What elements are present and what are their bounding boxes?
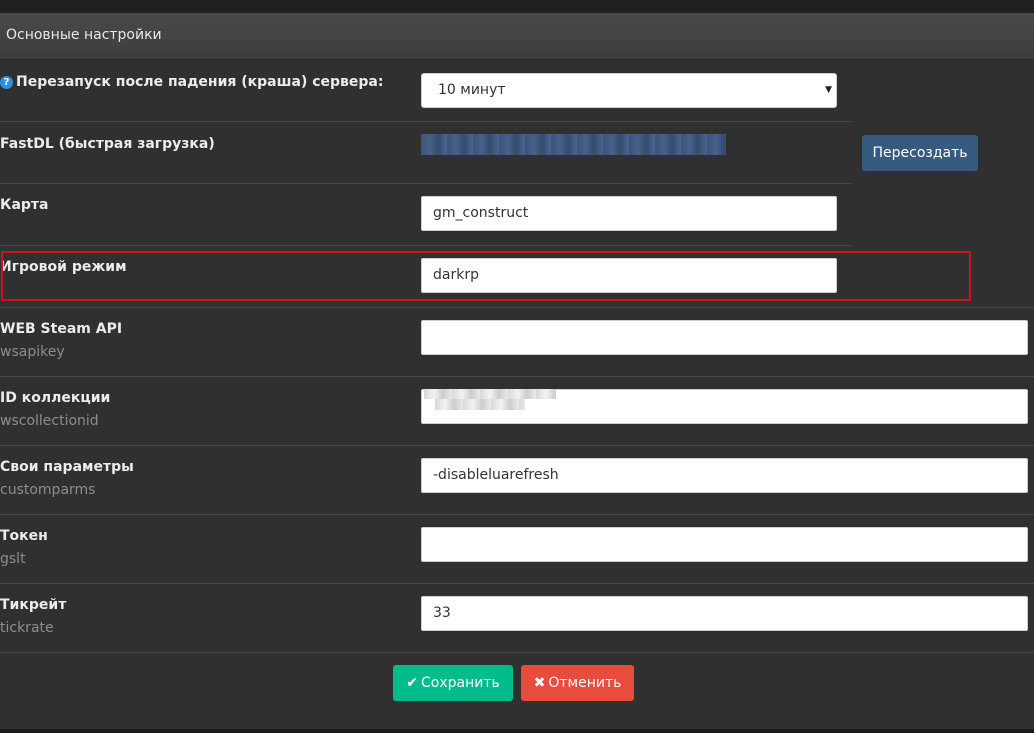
wscollectionid-label: ID коллекции	[0, 390, 111, 406]
customparms-label: Свои параметры	[0, 459, 134, 475]
row-divider	[0, 376, 1034, 377]
chevron-down-icon: ▼	[825, 85, 832, 95]
tickrate-sublabel: tickrate	[0, 620, 54, 636]
gslt-input[interactable]	[421, 527, 1028, 562]
question-circle-icon[interactable]: ?	[0, 76, 13, 89]
top-bar	[0, 0, 1034, 13]
fastdl-url-redacted	[421, 134, 726, 155]
row-divider	[0, 445, 1034, 446]
bottom-strip	[0, 729, 1034, 733]
customparms-input[interactable]: -disableluarefresh	[421, 458, 1028, 493]
gslt-sublabel: gslt	[0, 551, 26, 567]
restart-label-text: Перезапуск после падения (краша) сервера…	[16, 74, 384, 90]
row-divider	[0, 652, 1034, 653]
row-divider	[0, 121, 851, 122]
panel-header: Основные настройки	[0, 13, 1034, 60]
save-button[interactable]: ✔ Сохранить	[393, 665, 513, 701]
wscollectionid-redacted	[424, 389, 556, 399]
save-button-label: Сохранить	[420, 675, 500, 691]
tickrate-label: Тикрейт	[0, 597, 67, 613]
row-divider	[0, 245, 851, 246]
row-divider	[0, 307, 1034, 308]
row-divider	[0, 514, 1034, 515]
wsapikey-sublabel: wsapikey	[0, 344, 65, 360]
wscollectionid-sublabel: wscollectionid	[0, 413, 99, 429]
map-label: Карта	[0, 197, 49, 213]
wscollectionid-redacted	[435, 399, 525, 410]
row-divider	[0, 183, 851, 184]
cancel-button[interactable]: ✖ Отменить	[521, 665, 634, 701]
panel-title: Основные настройки	[6, 27, 162, 43]
recreate-button[interactable]: Пересоздать	[862, 135, 978, 171]
wsapikey-label: WEB Steam API	[0, 321, 123, 337]
wsapikey-input[interactable]	[421, 320, 1028, 355]
map-input[interactable]: gm_construct	[421, 196, 837, 231]
row-divider	[0, 583, 1034, 584]
fastdl-label: FastDL (быстрая загрузка)	[0, 136, 215, 152]
tickrate-input[interactable]: 33	[421, 596, 1028, 631]
gslt-label: Токен	[0, 528, 48, 544]
restart-label: ? Перезапуск после падения (краша) сервер…	[0, 74, 383, 90]
check-icon: ✔	[406, 675, 418, 691]
cancel-button-label: Отменить	[548, 675, 622, 691]
customparms-sublabel: customparms	[0, 482, 96, 498]
restart-select-value: 10 минут	[438, 82, 506, 98]
restart-select[interactable]: 10 минут ▼	[421, 73, 837, 108]
highlight-box	[1, 251, 971, 301]
times-icon: ✖	[533, 675, 546, 691]
